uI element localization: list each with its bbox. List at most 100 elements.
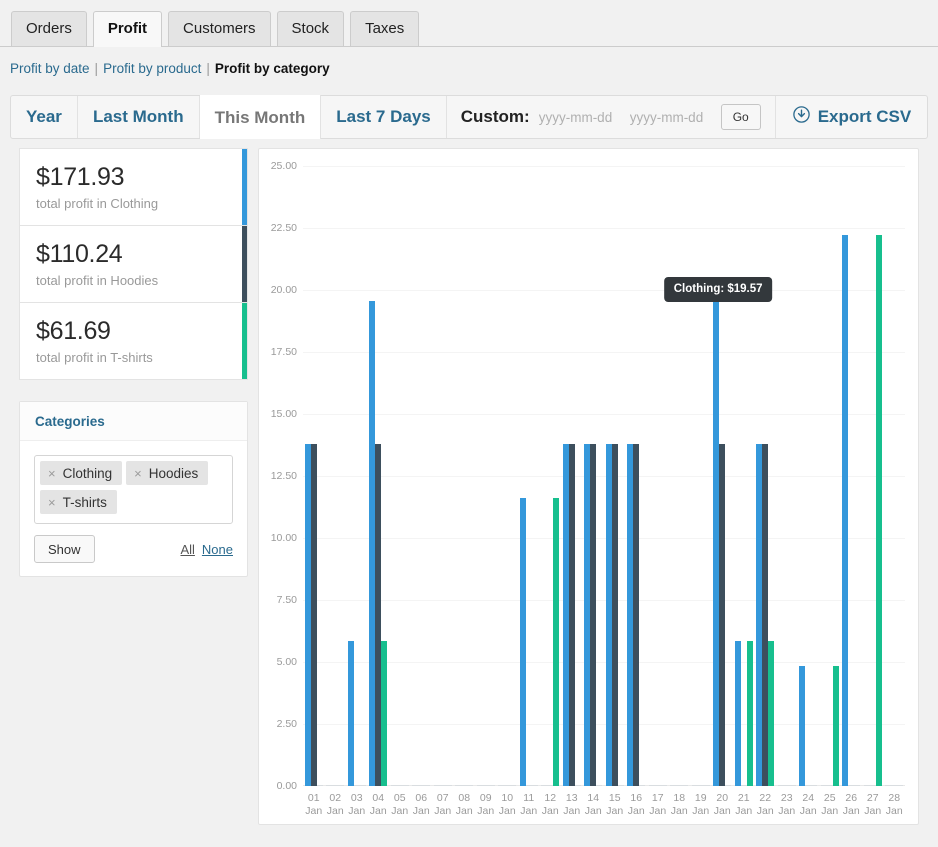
- chart-bar[interactable]: [833, 666, 839, 786]
- chart-panel: 0.002.505.007.5010.0012.5015.0017.5020.0…: [258, 148, 919, 825]
- chart-bar[interactable]: [704, 785, 710, 786]
- chart-bar[interactable]: [735, 641, 741, 786]
- chart-bar[interactable]: [553, 498, 559, 786]
- category-token[interactable]: ×Clothing: [40, 461, 122, 485]
- custom-range-label: Custom:: [461, 107, 530, 127]
- range-this-month[interactable]: This Month: [200, 95, 322, 139]
- x-axis-tick: 25Jan: [819, 792, 841, 818]
- export-csv-label: Export CSV: [818, 107, 912, 127]
- range-last-7-days[interactable]: Last 7 Days: [321, 96, 447, 138]
- close-x-icon[interactable]: ×: [40, 495, 63, 510]
- chart-bar[interactable]: [590, 444, 596, 786]
- chart-bar[interactable]: [489, 785, 495, 786]
- chart-bar[interactable]: [633, 444, 639, 786]
- category-token[interactable]: ×Hoodies: [126, 461, 208, 485]
- range-last-month[interactable]: Last Month: [78, 96, 200, 138]
- close-x-icon[interactable]: ×: [40, 466, 63, 481]
- breadcrumb-separator: |: [95, 61, 99, 76]
- gridline: [303, 290, 905, 291]
- chart-bar[interactable]: [854, 785, 860, 786]
- export-csv-button[interactable]: Export CSV: [776, 96, 928, 138]
- show-button[interactable]: Show: [34, 535, 95, 563]
- chart-bar[interactable]: [747, 641, 753, 786]
- breadcrumb-separator: |: [206, 61, 210, 76]
- chart-bar[interactable]: [596, 785, 602, 786]
- category-token-input[interactable]: ×Clothing×Hoodies×T-shirts: [34, 455, 233, 524]
- chart-bar[interactable]: [799, 666, 805, 786]
- x-axis-tick: 06Jan: [410, 792, 432, 818]
- gridline: [303, 538, 905, 539]
- close-x-icon[interactable]: ×: [126, 466, 149, 481]
- x-axis-tick: 18Jan: [668, 792, 690, 818]
- chart-bar[interactable]: [424, 785, 430, 786]
- chart-bar[interactable]: [842, 235, 848, 786]
- chart-bar[interactable]: [768, 641, 774, 786]
- chart-bar[interactable]: [790, 785, 796, 786]
- chart-bar[interactable]: [682, 785, 688, 786]
- x-axis-tick: 23Jan: [776, 792, 798, 818]
- chart-tooltip: Clothing: $19.57: [664, 277, 773, 302]
- gridline: [303, 662, 905, 663]
- chart-bar[interactable]: [520, 498, 526, 786]
- stat-color-edge: [242, 303, 247, 379]
- x-axis-tick: 07Jan: [432, 792, 454, 818]
- chart-bar[interactable]: [639, 785, 645, 786]
- chart-plot-area[interactable]: [303, 166, 905, 786]
- chart-bar[interactable]: [575, 785, 581, 786]
- x-axis-tick: 02Jan: [324, 792, 346, 818]
- subnav-link-profit-by-date[interactable]: Profit by date: [10, 61, 90, 76]
- x-axis-tick: 17Jan: [647, 792, 669, 818]
- chart-bar[interactable]: [317, 785, 323, 786]
- main-tab-orders[interactable]: Orders: [11, 11, 87, 46]
- main-tab-customers[interactable]: Customers: [168, 11, 271, 46]
- range-year[interactable]: Year: [11, 96, 78, 138]
- subnav-link-profit-by-product[interactable]: Profit by product: [103, 61, 201, 76]
- download-circle-icon: [793, 106, 810, 128]
- y-axis-tick: 2.50: [277, 718, 297, 730]
- stat-card-list: $171.93total profit in Clothing$110.24to…: [19, 148, 248, 380]
- category-token-label: T-shirts: [63, 495, 107, 510]
- y-axis-tick: 15.00: [271, 408, 297, 420]
- chart-bar[interactable]: [338, 785, 344, 786]
- chart-bar[interactable]: [467, 785, 473, 786]
- category-token-label: Clothing: [63, 466, 113, 481]
- x-axis-tick: 15Jan: [604, 792, 626, 818]
- chart-bar[interactable]: [403, 785, 409, 786]
- chart-bar[interactable]: [360, 785, 366, 786]
- chart-bar[interactable]: [381, 641, 387, 786]
- chart-bar[interactable]: [569, 444, 575, 786]
- y-axis-tick: 0.00: [277, 780, 297, 792]
- chart-bar[interactable]: [897, 785, 903, 786]
- x-axis-labels: 01Jan02Jan03Jan04Jan05Jan06Jan07Jan08Jan…: [303, 792, 905, 826]
- x-axis-tick: 14Jan: [582, 792, 604, 818]
- y-axis-tick: 20.00: [271, 284, 297, 296]
- y-axis-tick: 5.00: [277, 656, 297, 668]
- x-axis-tick: 28Jan: [883, 792, 905, 818]
- chart-bar[interactable]: [510, 785, 516, 786]
- gridline: [303, 228, 905, 229]
- chart-bar[interactable]: [876, 235, 882, 786]
- main-tab-taxes[interactable]: Taxes: [350, 11, 419, 46]
- y-axis-tick: 7.50: [277, 594, 297, 606]
- select-all-link[interactable]: All: [180, 542, 194, 557]
- chart-bar[interactable]: [446, 785, 452, 786]
- stat-amount: $110.24: [36, 240, 231, 269]
- chart-bar[interactable]: [532, 785, 538, 786]
- chart-bar[interactable]: [719, 444, 725, 786]
- select-none-link[interactable]: None: [202, 542, 233, 557]
- main-tab-stock[interactable]: Stock: [277, 11, 345, 46]
- category-token[interactable]: ×T-shirts: [40, 490, 117, 514]
- main-tab-profit[interactable]: Profit: [93, 11, 162, 47]
- y-axis-tick: 22.50: [271, 222, 297, 234]
- custom-range-from-input[interactable]: [539, 105, 621, 129]
- chart-bar[interactable]: [811, 785, 817, 786]
- chart-bar[interactable]: [311, 444, 317, 786]
- chart-bar[interactable]: [612, 444, 618, 786]
- chart-bar[interactable]: [618, 785, 624, 786]
- go-button[interactable]: Go: [721, 104, 761, 130]
- chart-bar[interactable]: [348, 641, 354, 786]
- chart-bar[interactable]: [661, 785, 667, 786]
- custom-range-to-input[interactable]: [630, 105, 712, 129]
- chart-bar[interactable]: [725, 785, 731, 786]
- y-axis-tick: 10.00: [271, 532, 297, 544]
